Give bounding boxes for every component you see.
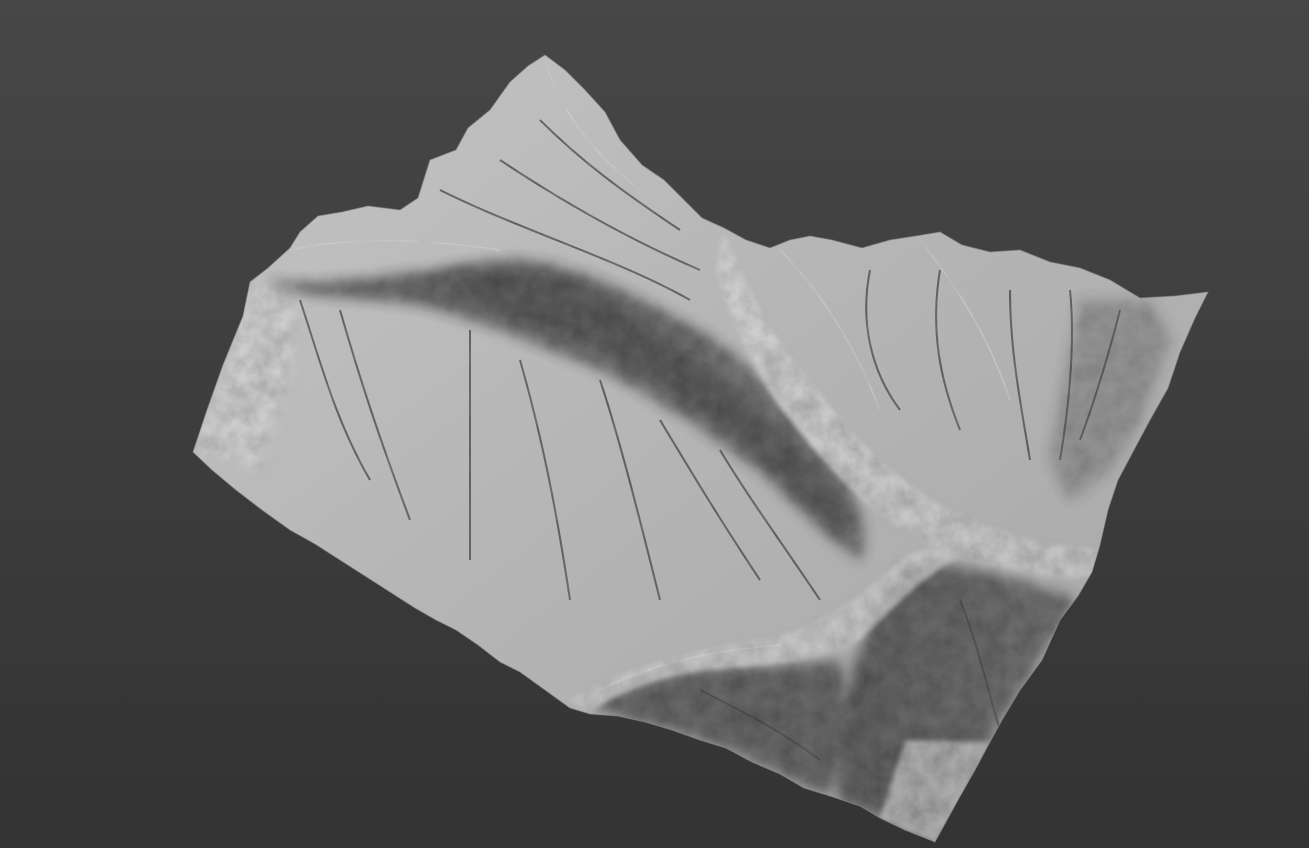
3d-viewport[interactable] [0,0,1309,848]
terrain-model [192,54,1209,843]
terrain-mesh-view[interactable] [0,0,1309,848]
